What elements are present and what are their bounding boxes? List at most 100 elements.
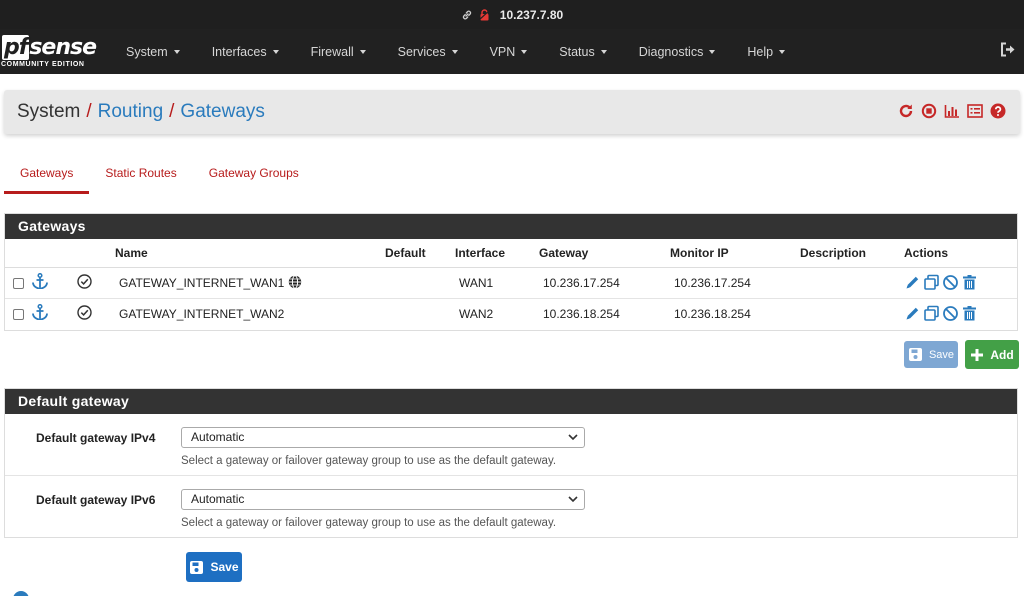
add-label: Add <box>990 347 1014 362</box>
globe-icon <box>288 275 301 289</box>
nav-services[interactable]: Services <box>382 29 474 74</box>
nav-interfaces[interactable]: Interfaces <box>196 29 295 74</box>
gateway-address: 10.236.17.254 <box>539 267 670 299</box>
ipv6-gateway-row: Default gateway IPv6 Automatic Select a … <box>5 476 1017 538</box>
row-checkbox[interactable] <box>13 309 24 321</box>
nav-label: Firewall <box>310 44 354 59</box>
edit-pencil-icon[interactable] <box>904 305 921 322</box>
chevron-down-icon <box>568 496 578 503</box>
tab-gateway-groups[interactable]: Gateway Groups <box>193 160 315 194</box>
gateway-monitor-ip: 10.236.18.254 <box>674 306 751 321</box>
save-button[interactable]: Save <box>186 552 242 582</box>
url-text: 10.237.7.80 <box>499 7 564 22</box>
col-default[interactable]: Default <box>385 239 455 268</box>
insecure-lock-icon <box>478 8 490 20</box>
ipv6-gateway-select[interactable]: Automatic <box>181 489 585 510</box>
restart-service-icon[interactable] <box>898 103 914 119</box>
copy-icon[interactable] <box>923 305 940 322</box>
breadcrumb-bar: System / Routing / Gateways <box>4 90 1020 134</box>
nav-label: Help <box>747 44 774 59</box>
info-icon[interactable] <box>12 590 30 596</box>
status-graph-icon[interactable] <box>944 103 960 119</box>
breadcrumb-separator: / <box>86 101 92 122</box>
anchor-icon[interactable] <box>31 272 49 290</box>
logo-edition: COMMUNITY EDITION <box>1 61 85 68</box>
gateway-default <box>385 267 455 299</box>
caret-down-icon <box>779 49 786 54</box>
breadcrumb-gateways[interactable]: Gateways <box>180 101 264 123</box>
copy-icon[interactable] <box>923 274 940 291</box>
nav-help[interactable]: Help <box>731 29 801 74</box>
nav-label: VPN <box>489 44 516 59</box>
gateways-save-button[interactable]: Save <box>904 341 958 368</box>
gateway-address: 10.236.18.254 <box>543 306 620 321</box>
logout-icon[interactable] <box>1000 42 1016 60</box>
ipv4-gateway-value: Automatic <box>191 430 245 444</box>
gateways-panel: Gateways Name Default Interface Gateway … <box>4 213 1018 331</box>
col-monitor-ip[interactable]: Monitor IP <box>670 239 800 268</box>
anchor-icon[interactable] <box>31 304 49 321</box>
save-disk-icon <box>908 348 922 361</box>
nav-system[interactable]: System <box>110 29 196 74</box>
ipv4-gateway-label: Default gateway IPv4 <box>36 431 156 445</box>
nav-label: System <box>126 44 168 59</box>
row-actions <box>904 305 1017 322</box>
gateway-interface: WAN1 <box>455 267 539 299</box>
caret-down-icon <box>359 49 366 54</box>
save-disk-icon <box>190 560 204 574</box>
page-shortcuts <box>898 103 1006 119</box>
nav-firewall[interactable]: Firewall <box>295 29 382 74</box>
row-actions <box>904 274 1017 291</box>
top-navbar: pfsense COMMUNITY EDITION System Interfa… <box>0 29 1024 74</box>
ipv6-gateway-value: Automatic <box>191 492 245 506</box>
gateway-monitor-ip: 10.236.17.254 <box>670 267 800 299</box>
col-gateway[interactable]: Gateway <box>539 239 670 268</box>
link-icon <box>462 10 471 19</box>
logo-pf: pf <box>2 35 30 60</box>
add-gateway-button[interactable]: Add <box>965 340 1019 369</box>
help-icon[interactable] <box>990 103 1006 119</box>
save-label: Save <box>928 348 955 361</box>
tab-gateways[interactable]: Gateways <box>4 160 90 194</box>
disable-ban-icon[interactable] <box>942 274 959 291</box>
caret-down-icon <box>451 49 458 54</box>
nav-vpn[interactable]: VPN <box>474 29 544 74</box>
gateways-panel-title: Gateways <box>5 214 1017 239</box>
row-checkbox[interactable] <box>13 277 24 289</box>
col-description[interactable]: Description <box>800 239 904 268</box>
col-interface[interactable]: Interface <box>455 239 539 268</box>
chevron-down-icon <box>568 434 578 441</box>
gateway-description <box>800 267 904 299</box>
edit-pencil-icon[interactable] <box>904 274 921 291</box>
browser-url-bar[interactable]: 10.237.7.80 <box>0 0 1024 29</box>
save-label: Save <box>210 560 239 574</box>
default-gateway-panel-title: Default gateway <box>5 389 1017 414</box>
nav-label: Status <box>559 44 595 59</box>
caret-down-icon <box>173 49 180 54</box>
log-list-icon[interactable] <box>967 103 983 119</box>
tab-static-routes[interactable]: Static Routes <box>89 160 192 194</box>
delete-trash-icon[interactable] <box>961 305 978 322</box>
default-gateway-panel: Default gateway Default gateway IPv4 Aut… <box>4 388 1018 538</box>
col-name[interactable]: Name <box>115 239 385 268</box>
delete-trash-icon[interactable] <box>961 274 978 291</box>
table-row: GATEWAY_INTERNET_WAN1 WAN1 10.236.17.254… <box>5 267 1017 299</box>
stop-service-icon[interactable] <box>921 103 937 119</box>
plus-icon <box>971 348 984 361</box>
gateway-name: GATEWAY_INTERNET_WAN2 <box>119 306 285 321</box>
ipv4-gateway-help: Select a gateway or failover gateway gro… <box>181 455 557 467</box>
caret-down-icon <box>709 49 716 54</box>
ipv6-gateway-label: Default gateway IPv6 <box>36 493 156 507</box>
pfsense-logo[interactable]: pfsense COMMUNITY EDITION <box>0 29 100 74</box>
nav-status[interactable]: Status <box>543 29 622 74</box>
caret-down-icon <box>272 49 279 54</box>
ipv4-gateway-row: Default gateway IPv4 Automatic Select a … <box>5 414 1017 476</box>
breadcrumb-routing[interactable]: Routing <box>98 101 164 123</box>
gateway-description <box>800 298 904 329</box>
nav-diagnostics[interactable]: Diagnostics <box>623 29 732 74</box>
gateway-name: GATEWAY_INTERNET_WAN1 <box>119 276 285 290</box>
enabled-check-icon <box>77 273 92 289</box>
tab-bar: Gateways Static Routes Gateway Groups <box>4 160 315 194</box>
disable-ban-icon[interactable] <box>942 305 959 322</box>
ipv4-gateway-select[interactable]: Automatic <box>181 427 585 448</box>
